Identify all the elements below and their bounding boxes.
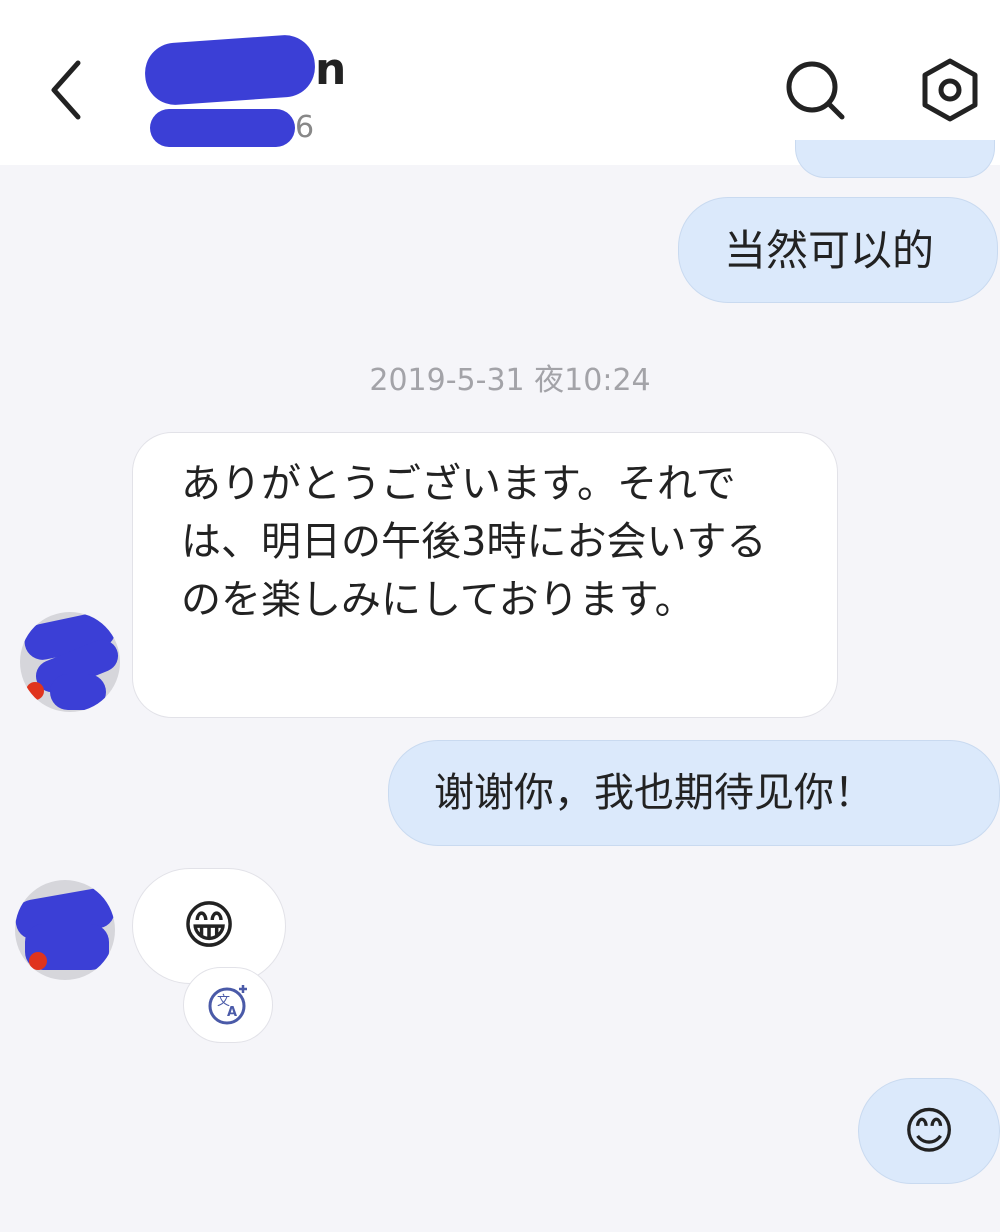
redacted-avatar-stroke-2 xyxy=(50,674,106,710)
back-button[interactable] xyxy=(40,55,100,125)
search-button[interactable] xyxy=(780,55,850,125)
received-message-bubble[interactable]: ありがとうございます。それでは、明日の午後3時にお会いするのを楽しみにしておりま… xyxy=(132,432,838,718)
message-text: ありがとうございます。それでは、明日の午後3時にお会いするのを楽しみにしておりま… xyxy=(181,461,767,623)
message-text: 当然可以的 xyxy=(724,226,935,275)
translate-button[interactable]: 文 A xyxy=(183,967,273,1043)
redacted-subtitle xyxy=(150,109,295,147)
contact-avatar[interactable] xyxy=(20,612,120,712)
avatar-badge xyxy=(29,952,47,970)
settings-button[interactable] xyxy=(915,55,985,125)
contact-name[interactable]: n xyxy=(143,33,346,107)
previous-message-bubble xyxy=(795,140,995,178)
smiling-emoji: 😊 xyxy=(902,1102,956,1160)
contact-avatar[interactable] xyxy=(15,880,115,980)
sent-message-bubble[interactable]: 谢谢你，我也期待见你！ xyxy=(388,740,1000,846)
contact-subtitle: 6 xyxy=(150,108,314,148)
translate-icon: 文 A xyxy=(208,985,247,1025)
sent-emoji-bubble[interactable]: 😊 xyxy=(858,1078,1000,1184)
hexagon-gear-icon xyxy=(922,58,978,122)
chevron-left-icon xyxy=(51,60,81,120)
sent-message-bubble[interactable]: 当然可以的 xyxy=(678,197,998,303)
grinning-emoji: 😁 xyxy=(181,896,237,956)
message-timestamp: 2019-5-31 夜10:24 xyxy=(369,363,651,398)
received-emoji-bubble[interactable]: 😁 xyxy=(132,868,286,984)
redacted-name xyxy=(143,33,317,107)
message-text: 谢谢你，我也期待见你！ xyxy=(434,770,874,816)
svg-text:A: A xyxy=(227,1005,237,1020)
search-icon xyxy=(786,61,845,120)
avatar-badge xyxy=(26,682,44,700)
